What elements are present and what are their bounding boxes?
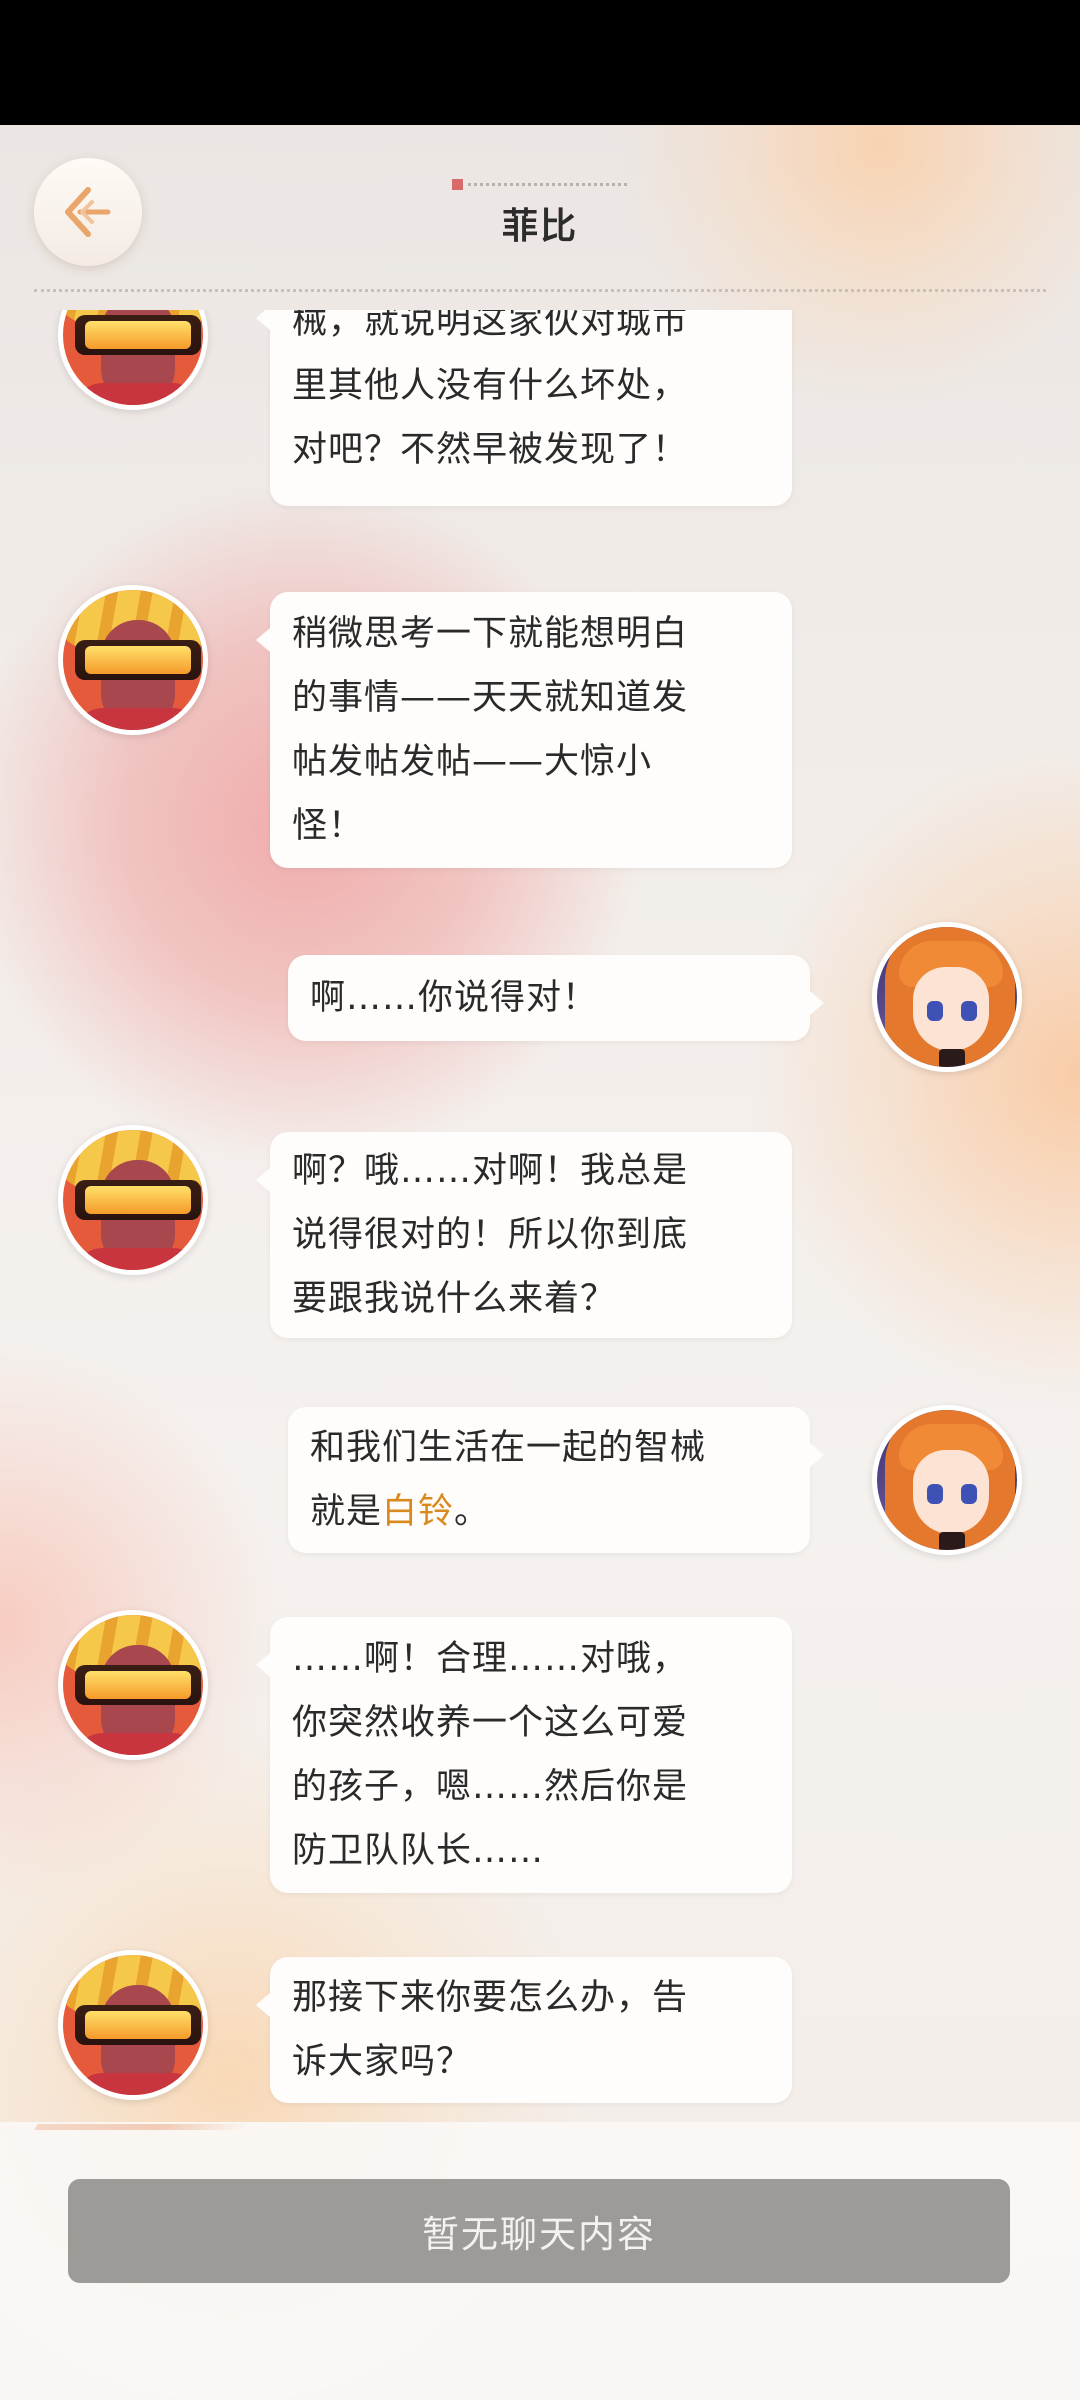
header-divider — [34, 289, 1046, 292]
message-list[interactable]: 械，就说明这家伙对城市 里其他人没有什么坏处， 对吧？不然早被发现了！ 稍微思考… — [0, 310, 1080, 2240]
boy-goggles-avatar[interactable] — [58, 1950, 208, 2100]
message-bubble: 啊？哦……对啊！我总是 说得很对的！所以你到底 要跟我说什么来着？ — [256, 1132, 792, 1338]
page-title: 菲比 — [501, 206, 578, 247]
message-bubble: 和我们生活在一起的智械 就是白铃。 — [288, 1407, 824, 1553]
girl-orange-hair-avatar[interactable] — [872, 922, 1022, 1072]
status-bar — [0, 0, 1080, 125]
chat-screen: 菲比 械，就说明这家伙对城市 里其他人没有什么坏处， 对吧？不然早被发现了！ 稍… — [0, 125, 1080, 2400]
boy-goggles-avatar[interactable] — [58, 585, 208, 735]
chat-input-button[interactable]: 暂无聊天内容 — [68, 2179, 1010, 2283]
message-bubble: 械，就说明这家伙对城市 里其他人没有什么坏处， 对吧？不然早被发现了！ — [256, 310, 792, 506]
message-bubble: 那接下来你要怎么办，告 诉大家吗？ — [256, 1957, 792, 2103]
message-bubble: 稍微思考一下就能想明白 的事情——天天就知道发 帖发帖发帖——大惊小 怪！ — [256, 592, 792, 868]
highlighted-name: 白铃 — [382, 1492, 455, 1532]
message-bubble: ……啊！合理……对哦， 你突然收养一个这么可爱 的孩子，嗯……然后你是 防卫队队… — [256, 1617, 792, 1893]
input-bar: 暂无聊天内容 — [0, 2122, 1080, 2400]
boy-goggles-avatar[interactable] — [58, 310, 208, 410]
boy-goggles-avatar[interactable] — [58, 1125, 208, 1275]
bottom-decoration — [34, 2124, 248, 2130]
girl-orange-hair-avatar[interactable] — [872, 1405, 1022, 1555]
message-bubble: 啊……你说得对！ — [288, 955, 824, 1041]
boy-goggles-avatar[interactable] — [58, 1610, 208, 1760]
header-decoration — [452, 179, 630, 191]
